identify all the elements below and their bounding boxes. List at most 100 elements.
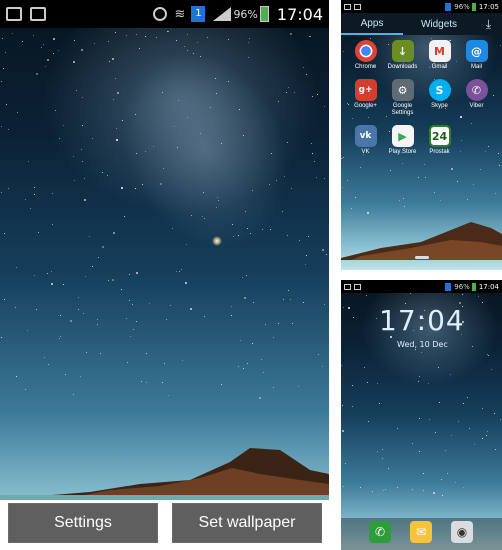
googleplus-icon: g+ — [354, 79, 377, 101]
lock-screen: 96% 17:04 17:04 Wed, 10 Dec ✆ ✉ ◉ — [341, 280, 502, 550]
star — [113, 231, 116, 234]
star — [495, 192, 497, 194]
star — [439, 200, 441, 202]
star — [325, 254, 327, 256]
camera-icon[interactable]: ◉ — [451, 521, 473, 543]
tab-apps[interactable]: Apps — [341, 13, 403, 35]
star — [149, 302, 151, 304]
star — [187, 34, 188, 36]
star — [77, 297, 79, 299]
star — [302, 67, 304, 69]
star — [22, 40, 24, 42]
star — [82, 312, 84, 314]
star — [3, 67, 5, 69]
star — [367, 381, 369, 383]
star — [231, 314, 233, 316]
settings-button[interactable]: Settings — [8, 503, 158, 543]
google-settings-icon: ⚙ — [391, 79, 414, 101]
phone-icon[interactable]: ✆ — [369, 521, 391, 543]
star — [498, 152, 500, 154]
star — [377, 451, 379, 453]
star — [97, 256, 99, 258]
star — [73, 393, 75, 395]
star — [43, 357, 45, 359]
star — [419, 375, 421, 377]
status-time: 17:05 — [478, 2, 499, 11]
star — [132, 329, 134, 331]
star — [499, 44, 501, 46]
star — [449, 374, 451, 376]
star — [82, 124, 84, 126]
star — [398, 200, 400, 202]
messaging-icon[interactable]: ✉ — [410, 521, 432, 543]
tab-widgets[interactable]: Widgets — [403, 13, 475, 35]
star — [289, 298, 291, 300]
star — [97, 318, 99, 320]
star — [316, 176, 318, 178]
app-play-store[interactable]: ▶ Play Store — [384, 125, 421, 156]
vk-icon: vk — [354, 125, 377, 147]
star — [111, 57, 114, 60]
app-prostak[interactable]: 24 Prostak — [421, 125, 458, 156]
app-chrome[interactable]: Chrome — [347, 40, 384, 71]
star — [51, 224, 53, 226]
star — [438, 401, 440, 403]
star — [237, 366, 239, 368]
star — [32, 35, 34, 37]
star — [494, 448, 496, 450]
star — [12, 32, 14, 34]
star — [441, 494, 443, 496]
app-skype[interactable]: S Skype — [421, 79, 458, 117]
star — [203, 316, 205, 318]
star — [298, 239, 300, 241]
star — [140, 380, 142, 382]
star — [491, 368, 493, 370]
prostak-icon: 24 — [428, 125, 451, 147]
star — [412, 443, 414, 445]
app-viber[interactable]: ✆ Viber — [458, 79, 495, 117]
star — [24, 389, 26, 391]
star — [446, 473, 448, 475]
app-google-settings[interactable]: ⚙ Google Settings — [384, 79, 421, 117]
star — [482, 408, 484, 410]
star — [129, 274, 131, 276]
star — [415, 348, 417, 350]
star — [51, 193, 53, 195]
star — [351, 385, 353, 387]
app-gmail[interactable]: M Gmail — [421, 40, 458, 71]
star — [97, 323, 99, 325]
briefcase-icon — [354, 3, 361, 10]
app-googleplus[interactable]: g+ Google+ — [347, 79, 384, 117]
star — [377, 383, 379, 385]
star — [419, 417, 421, 419]
notification-badge-icon — [445, 2, 452, 11]
star — [368, 420, 370, 422]
app-vk[interactable]: vk VK — [347, 125, 384, 156]
star — [372, 490, 374, 492]
star — [473, 444, 475, 446]
star — [487, 354, 489, 356]
viber-icon: ✆ — [465, 79, 488, 101]
app-mail[interactable]: @ Mail — [458, 40, 495, 71]
star — [91, 265, 93, 267]
star — [25, 199, 27, 201]
star — [322, 366, 324, 368]
status-time: 17:04 — [478, 282, 499, 291]
star — [42, 43, 44, 45]
star — [463, 487, 465, 489]
star — [450, 167, 453, 170]
app-downloads[interactable]: ↓ Downloads — [384, 40, 421, 71]
star — [355, 197, 357, 199]
star — [456, 180, 458, 182]
star — [312, 96, 314, 97]
star — [417, 381, 419, 383]
star — [420, 351, 422, 353]
star — [50, 270, 52, 272]
star — [121, 186, 124, 189]
star — [4, 51, 6, 53]
star — [451, 434, 453, 436]
download-icon[interactable]: ⤓ — [475, 13, 502, 35]
status-bar: ≋ 1 96% 17:04 — [0, 0, 329, 28]
alarm-icon — [152, 7, 167, 21]
set-wallpaper-button[interactable]: Set wallpaper — [172, 503, 322, 543]
